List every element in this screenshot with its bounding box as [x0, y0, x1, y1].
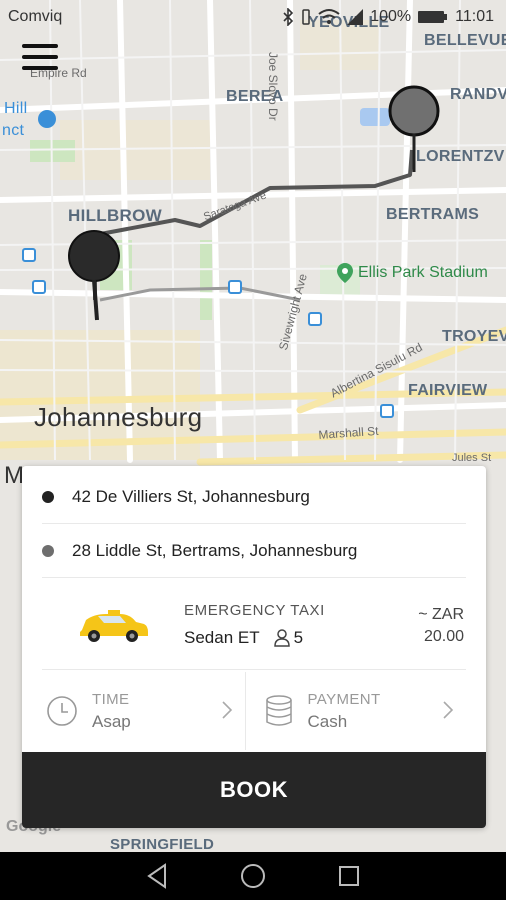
poi-label: Ellis Park Stadium [358, 264, 488, 281]
carrier-label: Comviq [8, 8, 63, 25]
coins-icon [265, 695, 292, 726]
dropoff-address: 28 Liddle St, Bertrams, Johannesburg [72, 540, 358, 560]
signal-icon [347, 9, 364, 25]
bus-stop-icon [32, 280, 46, 294]
dropoff-dot [42, 544, 54, 557]
street-label-joe-slovo: Joe Slovo Dr [266, 52, 280, 121]
map-label-randburg: RANDV [450, 86, 506, 103]
bus-stop-icon [228, 280, 242, 294]
time-value: Asap [92, 711, 131, 731]
home-icon[interactable] [239, 862, 267, 890]
map-label-springfield: SPRINGFIELD [110, 836, 215, 853]
map-label-hill: Hill [4, 100, 28, 117]
map-label-bertrams: BERTRAMS [386, 206, 480, 223]
price-currency: ~ ZAR [418, 606, 464, 623]
bus-stop-icon [380, 404, 394, 418]
vibrate-icon [302, 9, 310, 25]
map-label-nct: nct [2, 122, 25, 139]
wifi-icon [318, 9, 340, 24]
map-label-johannesburg: Johannesburg [34, 402, 203, 432]
seat-count: 5 [293, 628, 304, 647]
recents-icon[interactable] [337, 864, 361, 888]
chevron-right-icon [443, 701, 454, 719]
book-button[interactable]: BOOK [22, 752, 486, 828]
android-nav-bar [0, 852, 506, 900]
battery-icon [418, 11, 448, 23]
payment-option[interactable]: PAYMENT Cash [246, 672, 467, 750]
ride-model-name: Sedan ET [184, 628, 260, 647]
map-label-troyeville: TROYEV [442, 328, 506, 345]
map-label-fairview: FAIRVIEW [408, 382, 488, 399]
ride-price: ~ ZAR 20.00 [418, 604, 464, 648]
back-icon[interactable] [145, 863, 169, 889]
map-label-hillbrow: HILLBROW [68, 206, 162, 225]
time-label: TIME [92, 690, 130, 708]
street-label-jules: Jules St [452, 452, 492, 464]
dropoff-row[interactable]: 28 Liddle St, Bertrams, Johannesburg [42, 524, 466, 578]
ride-option[interactable]: EMERGENCY TAXI Sedan ET 5 ~ ZAR 20.00 [42, 578, 466, 670]
ride-model: Sedan ET 5 [184, 628, 303, 648]
clock: 11:01 [455, 8, 494, 25]
poi-ellis-park[interactable]: Ellis Park Stadium [336, 262, 488, 284]
bus-stop-icon [308, 312, 322, 326]
screen: YEOVILLE BELLEVUE BEREA RANDV LORENTZV H… [0, 0, 506, 900]
person-icon [273, 629, 290, 647]
dropoff-pin-icon [388, 85, 440, 172]
menu-icon[interactable] [22, 44, 60, 78]
bus-stop-icon [22, 248, 36, 262]
pickup-pin-icon [68, 230, 120, 321]
map-pin-icon [337, 263, 353, 283]
pickup-row[interactable]: 42 De Villiers St, Johannesburg [42, 470, 466, 524]
map-label-bellevue: BELLEVUE [424, 32, 506, 49]
pickup-dot [42, 490, 54, 503]
bluetooth-icon [283, 8, 294, 26]
battery-percent: 100% [370, 8, 412, 25]
ride-type: EMERGENCY TAXI [184, 602, 325, 619]
pickup-address: 42 De Villiers St, Johannesburg [72, 486, 310, 506]
payment-label: PAYMENT [307, 690, 381, 708]
chevron-right-icon [221, 701, 232, 719]
time-option[interactable]: TIME Asap [42, 672, 246, 750]
price-value: 20.00 [423, 628, 464, 645]
clock-icon [47, 696, 77, 726]
taxi-car-icon [80, 610, 148, 642]
museum-icon [38, 110, 56, 128]
options-row: TIME Asap PAYMENT Cash [42, 672, 466, 750]
booking-card: 42 De Villiers St, Johannesburg 28 Liddl… [22, 466, 486, 828]
payment-value: Cash [307, 711, 348, 731]
status-bar: Comviq 100% 11:01 [0, 0, 506, 34]
